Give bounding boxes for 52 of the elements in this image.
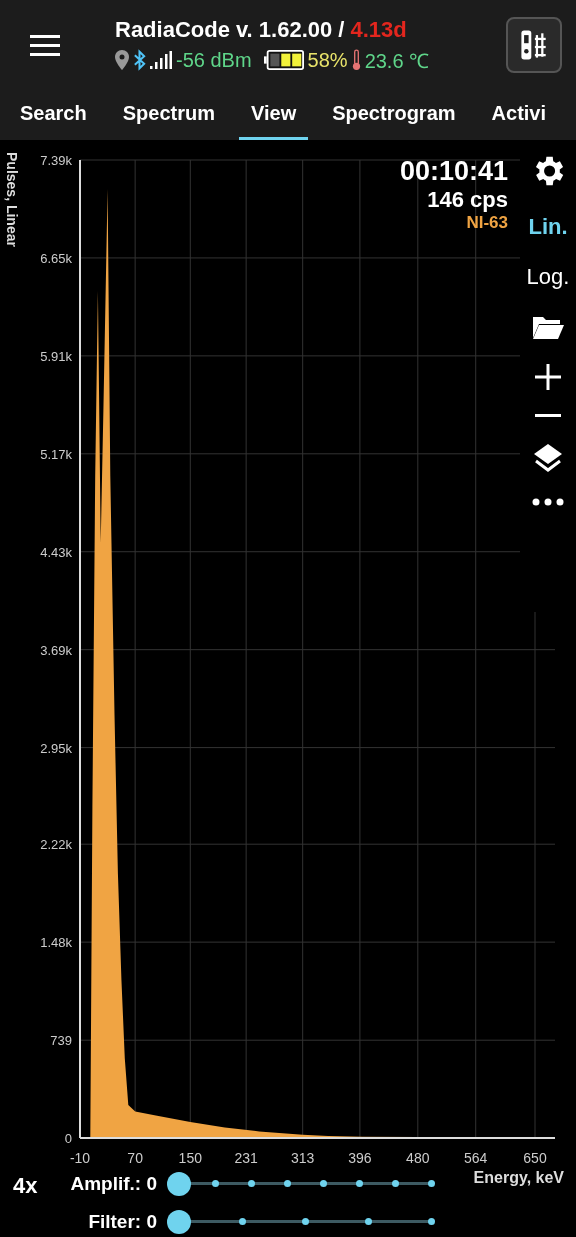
tab[interactable]: Spectrogram xyxy=(320,90,468,140)
more-icon[interactable] xyxy=(532,498,564,506)
location-pin-icon xyxy=(115,50,129,70)
slider-label: Amplif.: 0 xyxy=(69,1173,157,1195)
tab[interactable]: View xyxy=(238,90,309,140)
y-tick-label: 3.69k xyxy=(40,642,72,658)
x-tick-label: 650 xyxy=(523,1150,547,1165)
scale-option[interactable]: Log. xyxy=(526,264,570,290)
x-tick-label: 231 xyxy=(234,1150,258,1165)
x-tick-label: 564 xyxy=(464,1150,488,1165)
y-tick-label: 0 xyxy=(64,1131,72,1146)
tab[interactable]: Search xyxy=(8,90,99,140)
elapsed-time: 00:10:41 xyxy=(399,156,508,187)
battery-icon xyxy=(263,50,304,70)
tab[interactable]: Activi xyxy=(479,90,559,140)
folder-icon[interactable] xyxy=(532,314,564,340)
y-axis-label: Pulses, Linear xyxy=(4,152,20,247)
x-axis-label: Energy, keV xyxy=(473,1169,564,1187)
y-tick-label: 5.17k xyxy=(40,446,72,462)
y-tick-label: 5.91k xyxy=(40,348,72,364)
minus-icon[interactable] xyxy=(535,414,561,418)
thermometer-icon xyxy=(351,49,361,71)
signal-icon xyxy=(150,51,172,69)
layers-icon[interactable] xyxy=(532,442,564,474)
x-tick-label: 70 xyxy=(127,1150,143,1165)
y-tick-label: 4.43k xyxy=(40,544,72,560)
remaining-time: 4.13d xyxy=(350,16,407,43)
x-tick-label: 150 xyxy=(178,1150,202,1165)
y-tick-label: 739 xyxy=(50,1033,72,1049)
y-tick-label: 1.48k xyxy=(40,935,72,951)
device-settings-button[interactable] xyxy=(506,17,562,73)
scale-option[interactable]: Lin. xyxy=(528,214,568,240)
x-tick-label: 480 xyxy=(406,1150,430,1165)
y-tick-label: 2.95k xyxy=(40,740,72,756)
plus-icon[interactable] xyxy=(535,364,561,390)
app-title: RadiaCode v. 1.62.00 / xyxy=(115,16,345,43)
isotope-label: NI-63 xyxy=(466,213,508,233)
battery-level: 58% xyxy=(307,48,348,72)
y-tick-label: 6.65k xyxy=(40,250,72,266)
slider-label: Filter: 0 xyxy=(87,1211,157,1233)
x-tick-label: 313 xyxy=(291,1150,315,1165)
temperature: 23.6 ℃ xyxy=(364,48,430,74)
y-tick-label: 2.22k xyxy=(40,837,72,853)
x-tick-label: -10 xyxy=(69,1150,91,1165)
signal-strength: -56 dBm xyxy=(176,48,252,72)
x-tick-label: 396 xyxy=(348,1150,372,1165)
tab[interactable]: Spectrum xyxy=(110,90,227,140)
y-tick-label: 7.39k xyxy=(40,153,72,168)
gain-label: 4x xyxy=(13,1173,39,1200)
bluetooth-icon xyxy=(133,49,146,71)
count-rate: 146 cps xyxy=(427,187,508,213)
menu-icon[interactable] xyxy=(30,34,60,56)
